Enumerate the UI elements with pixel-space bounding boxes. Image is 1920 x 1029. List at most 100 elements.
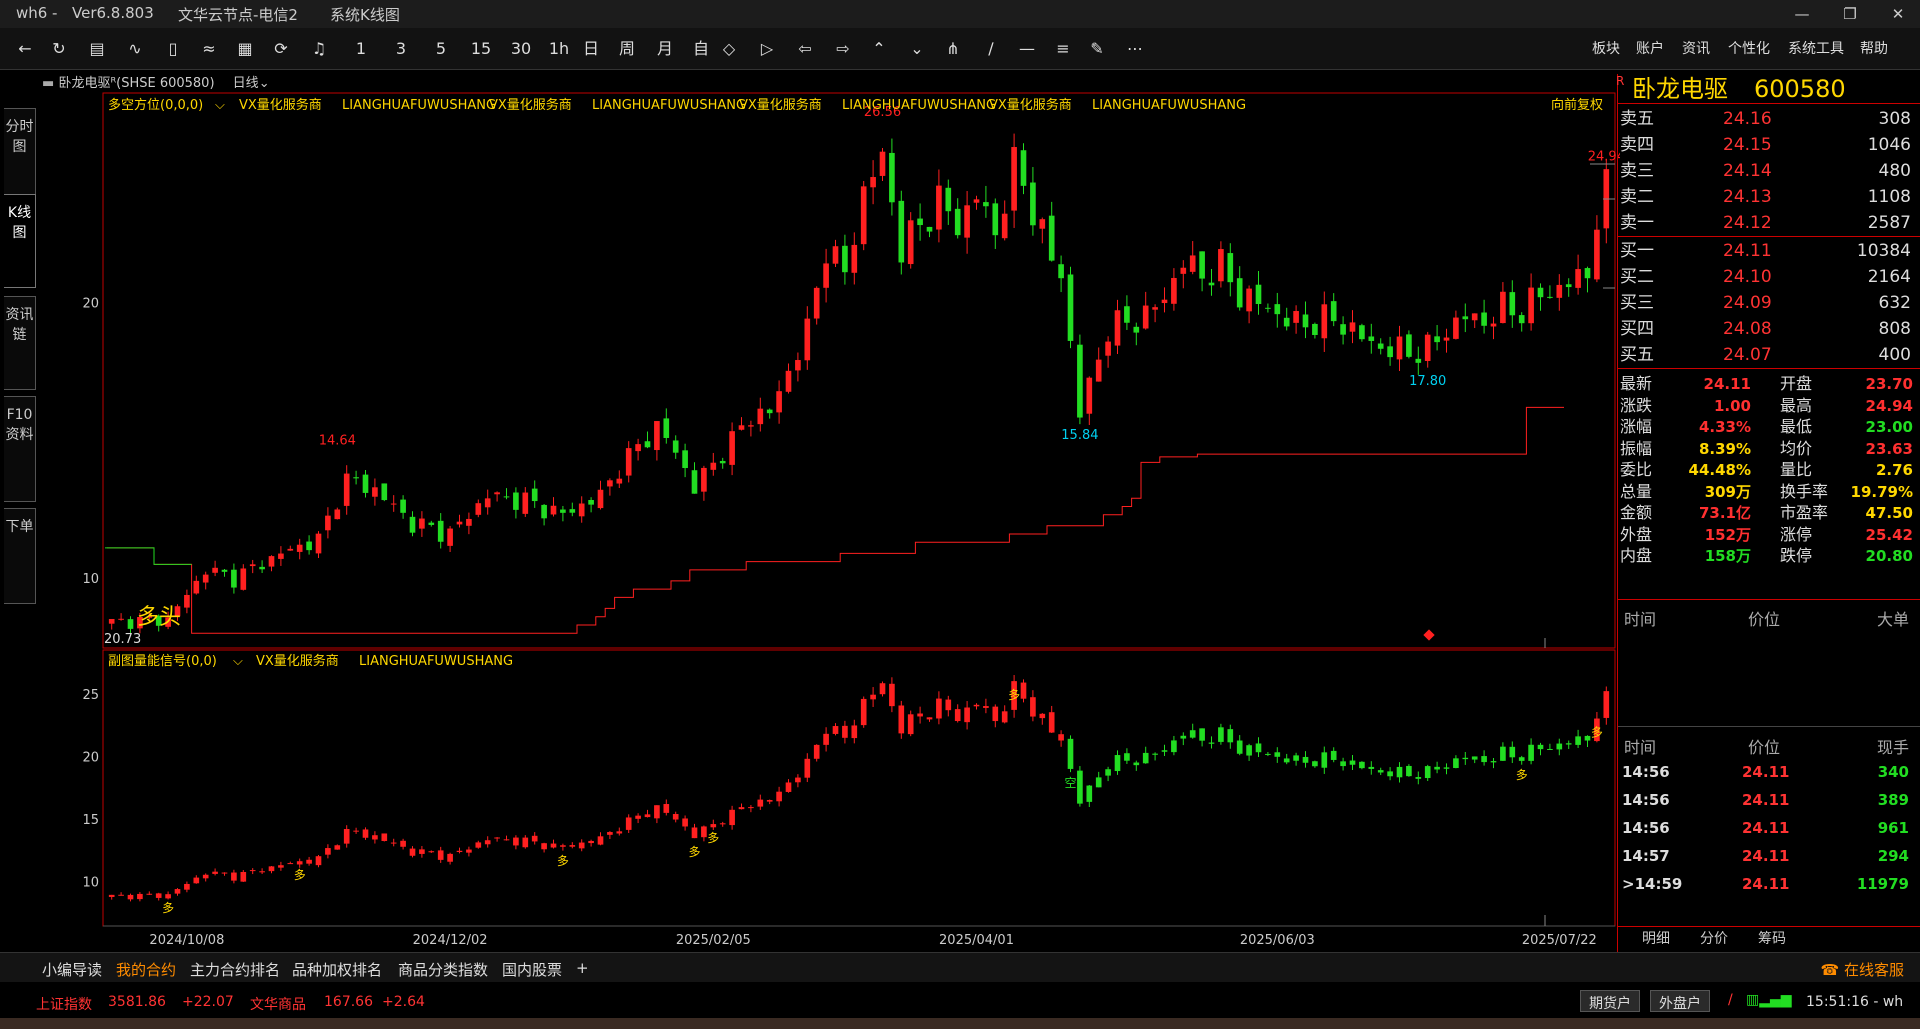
- period-button[interactable]: 周: [616, 36, 638, 62]
- menu-item[interactable]: 帮助: [1860, 38, 1888, 58]
- indicator-tag: VX量化服务商: [239, 97, 322, 113]
- index2-value: 167.66: [324, 994, 373, 1010]
- list-icon[interactable]: ▤: [86, 36, 108, 62]
- candle-body: [1208, 282, 1215, 286]
- down-icon[interactable]: ⌄: [906, 36, 928, 62]
- buy-level-row[interactable]: 买二 24.10 2164: [1618, 264, 1920, 290]
- sub-candle-body: [644, 814, 651, 818]
- sell-level-row[interactable]: 卖一 24.12 2587: [1618, 210, 1920, 236]
- sub-candle-body: [1424, 766, 1431, 779]
- bottom-tab[interactable]: 品种加权排名: [292, 959, 382, 980]
- candle-body: [1236, 278, 1243, 308]
- sell-level-row[interactable]: 卖四 24.15 1046: [1618, 132, 1920, 158]
- period-button[interactable]: 3: [390, 36, 412, 62]
- bottom-tab[interactable]: 小编导读: [42, 959, 102, 980]
- candle-body: [1218, 249, 1224, 282]
- candle-body: [1142, 305, 1149, 329]
- sub-candle-body: [616, 831, 623, 834]
- menu-item[interactable]: 系统工具: [1788, 38, 1844, 58]
- period-button[interactable]: 1: [350, 36, 372, 62]
- up-icon[interactable]: ⌃: [868, 36, 890, 62]
- menu-item[interactable]: 板块: [1592, 38, 1620, 58]
- back-icon[interactable]: ←: [14, 36, 36, 62]
- sub-candle-body: [1481, 756, 1487, 763]
- buy-level-row[interactable]: 买四 24.08 808: [1618, 316, 1920, 342]
- signal-label: 空: [1064, 776, 1076, 790]
- level-price: 24.07: [1723, 345, 1772, 365]
- period-button[interactable]: 30: [510, 36, 532, 62]
- sell-level-row[interactable]: 卖二 24.13 1108: [1618, 184, 1920, 210]
- period-button[interactable]: 日: [580, 36, 602, 62]
- prev-icon[interactable]: ⇦: [794, 36, 816, 62]
- sell-level-row[interactable]: 卖三 24.14 480: [1618, 158, 1920, 184]
- period-button[interactable]: 1h: [548, 36, 570, 62]
- next-icon[interactable]: ⇨: [832, 36, 854, 62]
- candle-body: [1434, 336, 1440, 343]
- sub-candle-body: [757, 799, 764, 807]
- kline-chart[interactable]: 10201015202526.5624.9414.6415.8417.80多空方…: [0, 70, 1620, 950]
- bottom-tab[interactable]: 我的合约: [116, 959, 176, 980]
- bottom-tab[interactable]: 国内股票: [502, 959, 562, 980]
- line-chart-icon[interactable]: ∿: [124, 36, 146, 62]
- zoom-out-icon[interactable]: ▷: [756, 36, 778, 62]
- tab-chips[interactable]: 筹码: [1758, 928, 1786, 948]
- drag-handle-icon[interactable]: ▬: [42, 76, 54, 91]
- signal-label: 多: [688, 845, 700, 859]
- bottom-tab[interactable]: 商品分类指数: [398, 959, 488, 980]
- strategy-icon[interactable]: ≈: [198, 36, 220, 62]
- text-icon[interactable]: ≡: [1052, 36, 1074, 62]
- bottom-tab[interactable]: 主力合约排名: [190, 959, 280, 980]
- eraser-icon[interactable]: ✎: [1086, 36, 1108, 62]
- candle-body: [1293, 311, 1299, 323]
- zoom-in-icon[interactable]: ◇: [718, 36, 740, 62]
- calc-icon[interactable]: ▦: [234, 36, 256, 62]
- candle-body: [296, 544, 303, 552]
- candle-body: [287, 548, 294, 551]
- index1-change: +22.07: [182, 994, 234, 1010]
- minimize-button[interactable]: —: [1782, 2, 1822, 26]
- restore-button[interactable]: ❐: [1830, 2, 1870, 26]
- chevron-down-icon[interactable]: ⌄: [259, 76, 270, 91]
- menu-item[interactable]: 个性化: [1728, 38, 1770, 58]
- close-button[interactable]: ✕: [1878, 2, 1918, 26]
- bottom-tab[interactable]: +: [576, 959, 589, 977]
- sync-icon[interactable]: ⟳: [270, 36, 292, 62]
- price-annotation: 24.94: [1588, 150, 1620, 165]
- draw-line-icon[interactable]: ∕: [980, 36, 1002, 62]
- sell-level-row[interactable]: 卖五 24.16 308: [1618, 106, 1920, 132]
- period-select[interactable]: 日线: [233, 76, 259, 91]
- candle-body: [729, 431, 735, 465]
- more-icon[interactable]: ⋯: [1124, 36, 1146, 62]
- buy-level-row[interactable]: 买五 24.07 400: [1618, 342, 1920, 368]
- futures-account-button[interactable]: 期货户: [1580, 990, 1640, 1012]
- app-title: wh6: [16, 4, 48, 22]
- buy-level-row[interactable]: 买一 24.11 10384: [1618, 238, 1920, 264]
- buy-level-row[interactable]: 买三 24.09 632: [1618, 290, 1920, 316]
- sub-candle-body: [964, 707, 970, 723]
- menu-item[interactable]: 账户: [1636, 38, 1664, 58]
- sub-candle-body: [127, 894, 134, 900]
- tab-detail[interactable]: 明细: [1642, 928, 1670, 948]
- level-volume: 2587: [1867, 213, 1911, 233]
- candle-body: [1048, 215, 1055, 261]
- server-node[interactable]: 文华云节点-电信2: [178, 4, 298, 25]
- tab-price-dist[interactable]: 分价: [1700, 928, 1728, 948]
- signal-label: 多: [162, 901, 174, 915]
- period-button[interactable]: 15: [470, 36, 492, 62]
- hline-icon[interactable]: —: [1016, 36, 1038, 62]
- kline-icon[interactable]: ▯: [162, 36, 184, 62]
- customer-service[interactable]: ☎ 在线客服: [1821, 959, 1904, 980]
- sub-candle-body: [146, 893, 153, 895]
- period-button[interactable]: 5: [430, 36, 452, 62]
- sub-candle-body: [1556, 743, 1563, 750]
- bell-icon[interactable]: ♫: [308, 36, 330, 62]
- crosshair-icon[interactable]: ⋔: [942, 36, 964, 62]
- period-button[interactable]: 自: [690, 36, 712, 62]
- refresh-icon[interactable]: ↻: [48, 36, 70, 62]
- level-label: 买一: [1620, 241, 1654, 261]
- period-button[interactable]: 月: [654, 36, 676, 62]
- foreign-account-button[interactable]: 外盘户: [1650, 990, 1710, 1012]
- menu-item[interactable]: 资讯: [1682, 38, 1710, 58]
- sub-candle-body: [390, 842, 397, 844]
- candle-body: [917, 218, 923, 226]
